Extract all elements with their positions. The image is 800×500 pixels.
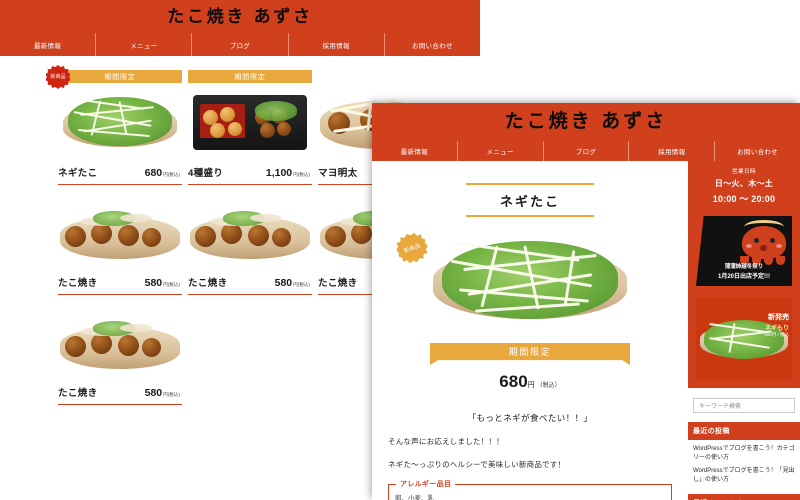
limited-time-ribbon: 期間限定	[188, 70, 312, 83]
detail-body: ネギたこ 新商品 期間限定 680円 （税込） 「もっとネギが食べたい！！」 そ…	[372, 161, 800, 500]
nav-item-latest[interactable]: 最新情報	[372, 141, 457, 161]
product-name: たこ焼き	[58, 388, 98, 399]
detail-price-number: 680	[499, 372, 528, 391]
detail-title-block: ネギたこ	[466, 183, 594, 217]
product-card[interactable]: 期間限定 4種盛り 1,100円(税込)	[188, 70, 312, 185]
recent-posts-title: 最近の投稿	[688, 422, 800, 440]
detail-quote: 「もっとネギが食べたい！！」	[467, 413, 593, 423]
main-nav-listing: 最新情報 メニュー ブログ 採用情報 お問い合わせ	[0, 33, 480, 56]
product-card[interactable]: 新商品 期間限定 ネギたこ 680円(税込)	[46, 65, 182, 185]
browser-window-product-detail[interactable]: たこ焼き あずさ 最新情報 メニュー ブログ 採用情報 お問い合わせ ネギたこ …	[372, 103, 800, 500]
product-tax-note: 円(税込)	[163, 392, 180, 397]
product-price: 580	[144, 277, 163, 289]
recent-post-link[interactable]: WordPressでブログを書こう！「見出し」の使い方	[688, 462, 800, 484]
detail-price-tax: （税込）	[536, 383, 561, 389]
product-price: 580	[144, 387, 163, 399]
main-nav-detail: 最新情報 メニュー ブログ 採用情報 お問い合わせ	[372, 141, 800, 161]
allergy-items: 卵、小麦、乳	[395, 495, 434, 500]
octopus-mouth-icon	[760, 245, 767, 251]
limited-time-ribbon: 期間限定	[58, 70, 182, 83]
detail-paragraph-2: ネギた～っぷりのヘルシーで美味しい新商品です！	[388, 460, 566, 469]
product-meta: たこ焼き 580円(税込)	[58, 379, 182, 405]
nav-item-contact[interactable]: お問い合わせ	[383, 33, 480, 56]
nav-item-blog[interactable]: ブログ	[542, 141, 629, 161]
new-product-banner[interactable]: 新発売 ネギもり 680円 / 税込	[696, 298, 792, 380]
product-photo-negitako[interactable]	[58, 85, 182, 159]
search-placeholder: キーワード検索	[699, 404, 742, 410]
octopus-eye-icon	[754, 238, 759, 243]
product-price: 680	[144, 167, 163, 179]
site-header-detail: たこ焼き あずさ	[372, 103, 800, 141]
product-meta: 4種盛り 1,100円(税込)	[188, 159, 312, 185]
detail-photo-wrap: 新商品	[425, 225, 635, 337]
product-name: たこ焼き	[188, 278, 228, 289]
nav-item-recruit[interactable]: 採用情報	[287, 33, 384, 56]
business-hours-time: 10:00 ～ 20:00	[712, 194, 776, 204]
allergy-fieldset: アレルギー品目 卵、小麦、乳	[388, 479, 672, 500]
detail-product-photo[interactable]	[425, 225, 635, 337]
nav-item-menu[interactable]: メニュー	[95, 33, 191, 56]
banner-new-line2: ネギもり	[764, 326, 789, 332]
site-brand-detail: たこ焼き あずさ	[504, 111, 668, 132]
limited-time-ribbon	[318, 70, 442, 83]
site-brand-listing: たこ焼き あずさ	[167, 7, 313, 26]
detail-sidebar: 営業日時 日～火、木～土 10:00 ～ 20:00 蒲蒲姉越冬祭り 1月20日…	[688, 161, 800, 500]
detail-main-column: ネギたこ 新商品 期間限定 680円 （税込） 「もっとネギが食べたい！！」 そ…	[372, 161, 688, 500]
limited-time-ribbon: 期間限定	[430, 343, 630, 365]
octopus-cheek-icon	[776, 244, 782, 248]
recent-comments-title: 最近のコメント	[688, 493, 800, 500]
product-tax-note: 円(税込)	[163, 172, 180, 177]
nav-item-latest[interactable]: 最新情報	[0, 33, 95, 56]
festival-banner-line2: 1月20日出店予定!!!	[717, 274, 770, 280]
nav-item-menu[interactable]: メニュー	[456, 141, 543, 161]
product-name: ネギたこ	[58, 168, 98, 179]
banner-new-line1: 新発売	[768, 314, 789, 321]
nav-item-blog[interactable]: ブログ	[191, 33, 287, 56]
octopus-cheek-icon	[746, 244, 752, 248]
product-meta: ネギたこ 680円(税込)	[58, 159, 182, 185]
product-name: たこ焼き	[58, 278, 98, 289]
screen: たこ焼き あずさ 最新情報 メニュー ブログ 採用情報 お問い合わせ 新商品 期…	[0, 0, 800, 500]
product-tax-note: 円(税込)	[293, 282, 310, 287]
business-hours-widget: 営業日時 日～火、木～土 10:00 ～ 20:00 蒲蒲姉越冬祭り 1月20日…	[688, 161, 800, 388]
business-hours-days: 日～火、木～土	[714, 179, 774, 188]
product-name: 4種盛り	[188, 168, 224, 179]
product-card[interactable]: たこ焼き 580円(税込)	[188, 195, 312, 295]
festival-banner-line1: 蒲蒲姉越冬祭り	[724, 264, 764, 270]
product-photo-yonshumori[interactable]	[188, 85, 312, 159]
product-price: 580	[274, 277, 293, 289]
search-input[interactable]: キーワード検索	[693, 398, 795, 413]
product-tax-note: 円(税込)	[163, 282, 180, 287]
allergy-legend: アレルギー品目	[396, 479, 456, 489]
detail-price: 680円 （税込）	[388, 372, 672, 392]
octopus-eye-icon	[770, 238, 775, 243]
banner-new-line3: 680円 / 税込	[764, 332, 789, 337]
recent-post-link[interactable]: WordPressでブログを書こう！カテゴリーの使い方	[688, 440, 800, 462]
product-name: マヨ明太	[318, 168, 358, 179]
product-price: 1,100	[265, 167, 293, 179]
nav-item-recruit[interactable]: 採用情報	[628, 141, 714, 161]
product-tax-note: 円(税込)	[293, 172, 310, 177]
product-meta: たこ焼き 580円(税込)	[58, 269, 182, 295]
product-name: たこ焼き	[318, 278, 358, 289]
detail-price-yen: 円	[527, 382, 535, 389]
octopus-headband-icon	[744, 220, 784, 234]
site-header-listing: たこ焼き あずさ	[0, 0, 480, 33]
business-hours-label: 営業日時	[731, 169, 757, 175]
title-rule-bottom	[466, 215, 594, 217]
product-card[interactable]: たこ焼き 580円(税込)	[58, 305, 182, 405]
detail-product-title: ネギたこ	[499, 194, 561, 209]
product-photo-takoyaki[interactable]	[58, 195, 182, 269]
detail-paragraph-1: そんな声にお応えしました！！！	[388, 437, 504, 446]
product-photo-takoyaki[interactable]	[188, 195, 312, 269]
product-meta: たこ焼き 580円(税込)	[188, 269, 312, 295]
product-card[interactable]: たこ焼き 580円(税込)	[58, 195, 182, 295]
nav-item-contact[interactable]: お問い合わせ	[714, 141, 800, 161]
product-photo-takoyaki[interactable]	[58, 305, 182, 379]
festival-banner[interactable]: 蒲蒲姉越冬祭り 1月20日出店予定!!!	[696, 212, 792, 290]
